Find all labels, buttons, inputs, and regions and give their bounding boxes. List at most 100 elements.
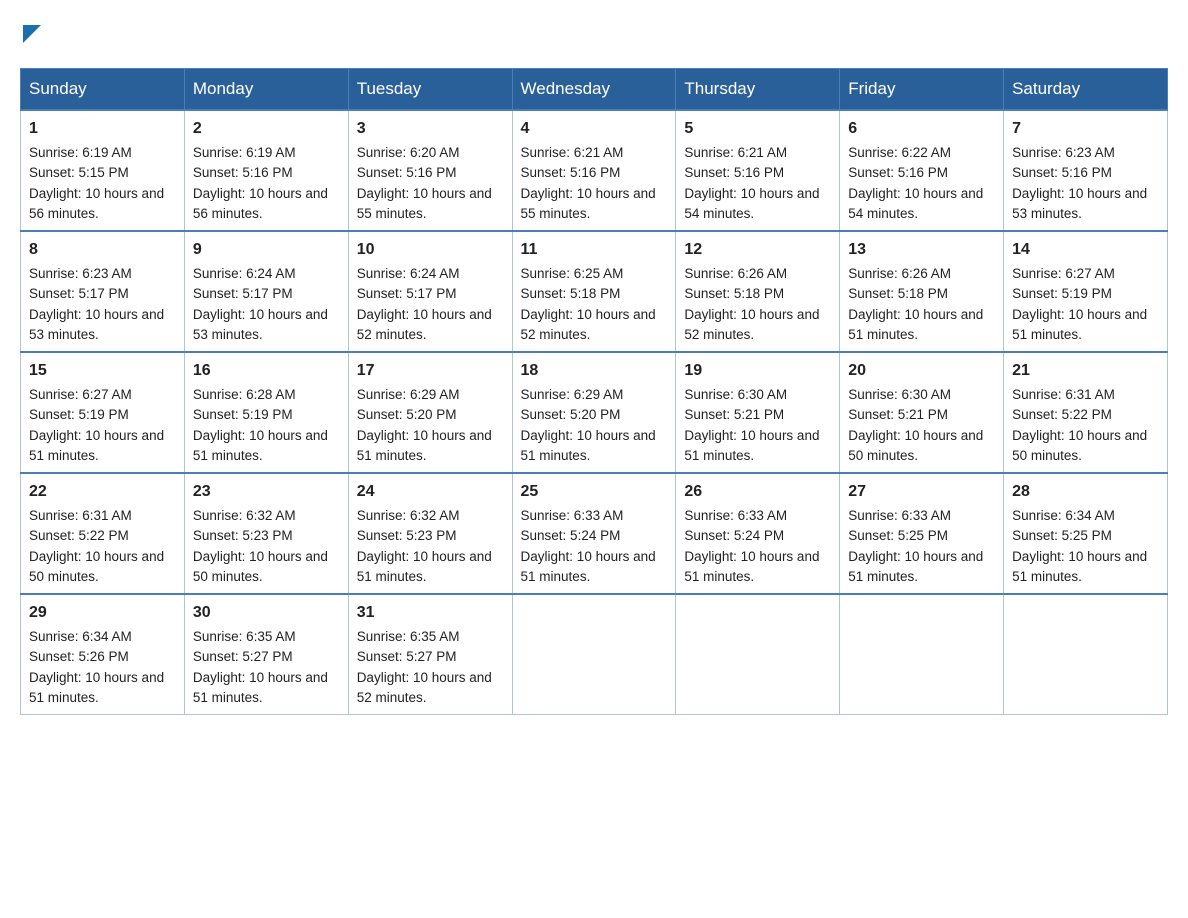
day-number: 23 xyxy=(193,480,340,504)
daylight-label: Daylight: 10 hours and 51 minutes. xyxy=(521,428,656,463)
sunset-label: Sunset: 5:25 PM xyxy=(1012,528,1112,543)
daylight-label: Daylight: 10 hours and 55 minutes. xyxy=(521,186,656,221)
calendar-cell: 19Sunrise: 6:30 AMSunset: 5:21 PMDayligh… xyxy=(676,352,840,473)
daylight-label: Daylight: 10 hours and 50 minutes. xyxy=(29,549,164,584)
calendar-cell xyxy=(840,594,1004,715)
daylight-label: Daylight: 10 hours and 55 minutes. xyxy=(357,186,492,221)
calendar-table: SundayMondayTuesdayWednesdayThursdayFrid… xyxy=(20,68,1168,715)
daylight-label: Daylight: 10 hours and 50 minutes. xyxy=(1012,428,1147,463)
sunset-label: Sunset: 5:17 PM xyxy=(193,286,293,301)
daylight-label: Daylight: 10 hours and 51 minutes. xyxy=(357,549,492,584)
daylight-label: Daylight: 10 hours and 54 minutes. xyxy=(848,186,983,221)
daylight-label: Daylight: 10 hours and 52 minutes. xyxy=(521,307,656,342)
sunrise-label: Sunrise: 6:22 AM xyxy=(848,145,951,160)
daylight-label: Daylight: 10 hours and 51 minutes. xyxy=(1012,549,1147,584)
day-number: 26 xyxy=(684,480,831,504)
daylight-label: Daylight: 10 hours and 56 minutes. xyxy=(193,186,328,221)
day-number: 5 xyxy=(684,117,831,141)
sunrise-label: Sunrise: 6:32 AM xyxy=(357,508,460,523)
day-number: 20 xyxy=(848,359,995,383)
day-number: 31 xyxy=(357,601,504,625)
calendar-week-3: 15Sunrise: 6:27 AMSunset: 5:19 PMDayligh… xyxy=(21,352,1168,473)
day-number: 18 xyxy=(521,359,668,383)
daylight-label: Daylight: 10 hours and 50 minutes. xyxy=(193,549,328,584)
sunset-label: Sunset: 5:19 PM xyxy=(1012,286,1112,301)
sunset-label: Sunset: 5:17 PM xyxy=(29,286,129,301)
day-number: 30 xyxy=(193,601,340,625)
calendar-cell: 4Sunrise: 6:21 AMSunset: 5:16 PMDaylight… xyxy=(512,110,676,231)
daylight-label: Daylight: 10 hours and 51 minutes. xyxy=(521,549,656,584)
calendar-cell: 1 Sunrise: 6:19 AM Sunset: 5:15 PM Daylight… xyxy=(21,110,185,231)
calendar-week-2: 8Sunrise: 6:23 AMSunset: 5:17 PMDaylight… xyxy=(21,231,1168,352)
sunrise-label: Sunrise: 6:19 AM xyxy=(29,145,132,160)
sunrise-label: Sunrise: 6:32 AM xyxy=(193,508,296,523)
calendar-week-4: 22Sunrise: 6:31 AMSunset: 5:22 PMDayligh… xyxy=(21,473,1168,594)
daylight-label: Daylight: 10 hours and 51 minutes. xyxy=(357,428,492,463)
sunset-label: Sunset: 5:15 PM xyxy=(29,165,129,180)
calendar-cell: 16Sunrise: 6:28 AMSunset: 5:19 PMDayligh… xyxy=(184,352,348,473)
day-number: 11 xyxy=(521,238,668,262)
day-number: 9 xyxy=(193,238,340,262)
day-number: 12 xyxy=(684,238,831,262)
sunrise-label: Sunrise: 6:21 AM xyxy=(521,145,624,160)
sunrise-label: Sunrise: 6:26 AM xyxy=(684,266,787,281)
sunrise-label: Sunrise: 6:27 AM xyxy=(29,387,132,402)
calendar-header-saturday: Saturday xyxy=(1004,69,1168,111)
daylight-label: Daylight: 10 hours and 51 minutes. xyxy=(684,428,819,463)
sunset-label: Sunset: 5:27 PM xyxy=(357,649,457,664)
calendar-cell: 5Sunrise: 6:21 AMSunset: 5:16 PMDaylight… xyxy=(676,110,840,231)
daylight-label: Daylight: 10 hours and 52 minutes. xyxy=(357,670,492,705)
calendar-header-row: SundayMondayTuesdayWednesdayThursdayFrid… xyxy=(21,69,1168,111)
day-number: 28 xyxy=(1012,480,1159,504)
sunrise-label: Sunrise: 6:35 AM xyxy=(193,629,296,644)
day-number: 17 xyxy=(357,359,504,383)
daylight-label: Daylight: 10 hours and 56 minutes. xyxy=(29,186,164,221)
sunset-label: Sunset: 5:16 PM xyxy=(521,165,621,180)
calendar-cell: 21Sunrise: 6:31 AMSunset: 5:22 PMDayligh… xyxy=(1004,352,1168,473)
day-number: 22 xyxy=(29,480,176,504)
day-number: 16 xyxy=(193,359,340,383)
day-number: 1 xyxy=(29,117,176,141)
day-number: 19 xyxy=(684,359,831,383)
sunrise-label: Sunrise: 6:19 AM xyxy=(193,145,296,160)
calendar-cell: 12Sunrise: 6:26 AMSunset: 5:18 PMDayligh… xyxy=(676,231,840,352)
daylight-label: Daylight: 10 hours and 51 minutes. xyxy=(193,670,328,705)
daylight-label: Daylight: 10 hours and 50 minutes. xyxy=(848,428,983,463)
calendar-cell: 23Sunrise: 6:32 AMSunset: 5:23 PMDayligh… xyxy=(184,473,348,594)
sunset-label: Sunset: 5:25 PM xyxy=(848,528,948,543)
sunrise-label: Sunrise: 6:21 AM xyxy=(684,145,787,160)
daylight-label: Daylight: 10 hours and 51 minutes. xyxy=(684,549,819,584)
sunset-label: Sunset: 5:23 PM xyxy=(357,528,457,543)
sunset-label: Sunset: 5:21 PM xyxy=(684,407,784,422)
sunset-label: Sunset: 5:22 PM xyxy=(29,528,129,543)
day-number: 13 xyxy=(848,238,995,262)
day-number: 25 xyxy=(521,480,668,504)
calendar-cell: 14Sunrise: 6:27 AMSunset: 5:19 PMDayligh… xyxy=(1004,231,1168,352)
calendar-cell xyxy=(1004,594,1168,715)
sunset-label: Sunset: 5:18 PM xyxy=(684,286,784,301)
sunset-label: Sunset: 5:18 PM xyxy=(848,286,948,301)
daylight-label: Daylight: 10 hours and 53 minutes. xyxy=(1012,186,1147,221)
daylight-label: Daylight: 10 hours and 51 minutes. xyxy=(848,549,983,584)
sunrise-label: Sunrise: 6:33 AM xyxy=(848,508,951,523)
sunrise-label: Sunrise: 6:31 AM xyxy=(1012,387,1115,402)
sunset-label: Sunset: 5:21 PM xyxy=(848,407,948,422)
calendar-cell: 22Sunrise: 6:31 AMSunset: 5:22 PMDayligh… xyxy=(21,473,185,594)
daylight-label: Daylight: 10 hours and 51 minutes. xyxy=(848,307,983,342)
day-number: 14 xyxy=(1012,238,1159,262)
day-number: 10 xyxy=(357,238,504,262)
sunrise-label: Sunrise: 6:23 AM xyxy=(1012,145,1115,160)
calendar-cell: 17Sunrise: 6:29 AMSunset: 5:20 PMDayligh… xyxy=(348,352,512,473)
calendar-cell: 30Sunrise: 6:35 AMSunset: 5:27 PMDayligh… xyxy=(184,594,348,715)
daylight-label: Daylight: 10 hours and 51 minutes. xyxy=(29,670,164,705)
calendar-cell: 7Sunrise: 6:23 AMSunset: 5:16 PMDaylight… xyxy=(1004,110,1168,231)
calendar-header-sunday: Sunday xyxy=(21,69,185,111)
calendar-cell: 8Sunrise: 6:23 AMSunset: 5:17 PMDaylight… xyxy=(21,231,185,352)
sunset-label: Sunset: 5:16 PM xyxy=(193,165,293,180)
day-number: 15 xyxy=(29,359,176,383)
daylight-label: Daylight: 10 hours and 51 minutes. xyxy=(193,428,328,463)
logo-arrow-icon xyxy=(23,20,41,48)
calendar-cell: 27Sunrise: 6:33 AMSunset: 5:25 PMDayligh… xyxy=(840,473,1004,594)
calendar-cell: 18Sunrise: 6:29 AMSunset: 5:20 PMDayligh… xyxy=(512,352,676,473)
sunset-label: Sunset: 5:24 PM xyxy=(521,528,621,543)
